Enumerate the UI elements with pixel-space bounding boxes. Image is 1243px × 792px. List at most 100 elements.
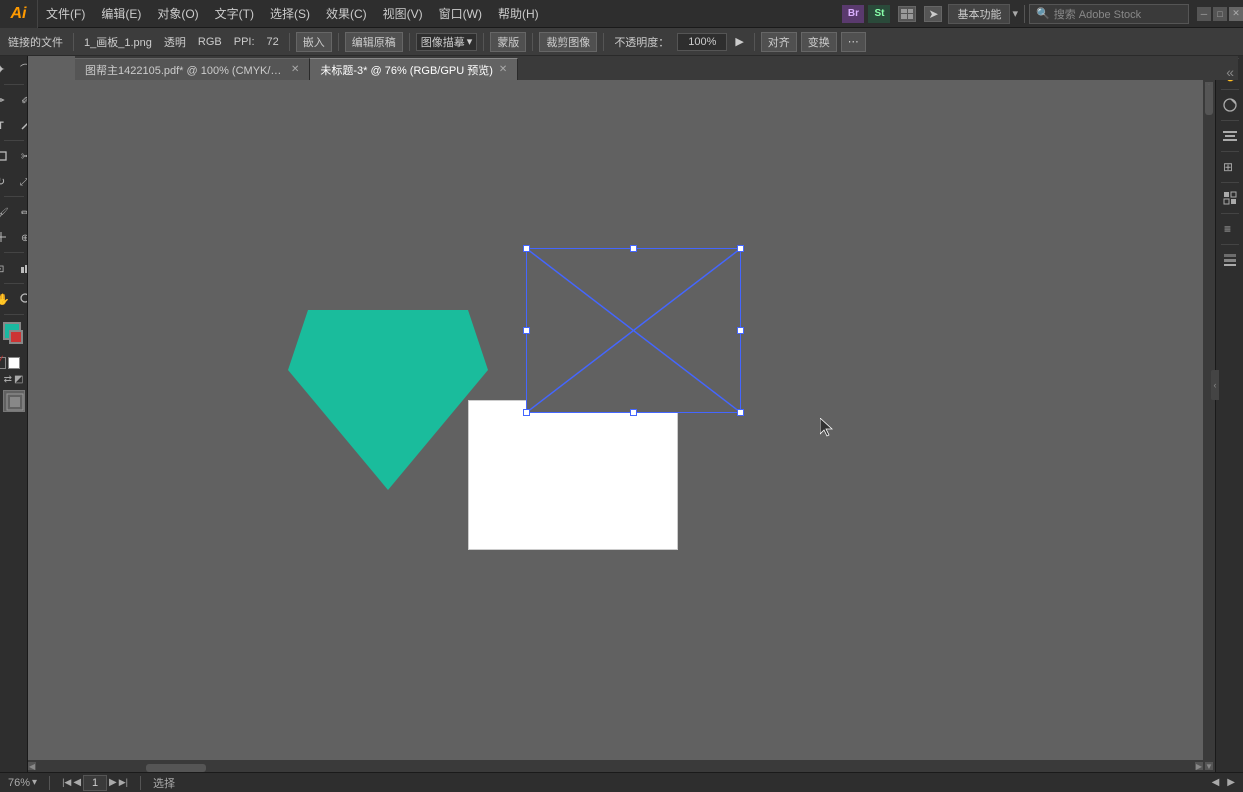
last-page-icon[interactable]: ▶| <box>119 777 128 788</box>
pen-tool[interactable]: ✒ <box>0 88 13 112</box>
prev-page-icon[interactable]: ◀ <box>73 777 81 788</box>
handle-tl[interactable] <box>523 245 530 252</box>
close-button[interactable]: ✕ <box>1229 7 1243 21</box>
svg-text:⊡: ⊡ <box>0 264 4 275</box>
template-button[interactable]: 蒙版 <box>490 32 526 52</box>
edit-original-button[interactable]: 编辑原稿 <box>345 32 403 52</box>
embed-button[interactable]: 嵌入 <box>296 32 332 52</box>
bridge-icon[interactable]: Br <box>842 5 864 23</box>
lasso-tool[interactable]: ⌒ <box>14 57 28 81</box>
anchor-tool[interactable]: ✐ <box>14 88 28 112</box>
blend-tool-btn[interactable]: ⊕ <box>14 225 28 249</box>
type-tool[interactable]: T <box>0 113 13 137</box>
tool-info-label: 选择 <box>153 775 175 791</box>
zoom-tool-btn[interactable] <box>14 287 28 311</box>
scrollbar-bottom-thumb[interactable] <box>146 764 206 772</box>
handle-bm[interactable] <box>630 409 637 416</box>
pencil-tool[interactable]: ✏ <box>14 200 28 224</box>
menu-view[interactable]: 视图(V) <box>375 0 431 28</box>
stroke-color-swatch[interactable] <box>9 330 23 344</box>
workspace-selector[interactable]: 基本功能 <box>948 4 1010 24</box>
sep-t1 <box>73 33 74 51</box>
sep-t4 <box>409 33 410 51</box>
tab-1-close[interactable]: ✕ <box>499 64 507 75</box>
menu-effect[interactable]: 效果(C) <box>318 0 375 28</box>
magic-wand-tool[interactable]: ✦ <box>0 57 13 81</box>
rect-tool[interactable] <box>0 144 13 168</box>
appearance-panel-icon[interactable] <box>1219 94 1241 116</box>
scrollbar-bottom[interactable]: ◀ ▶ <box>28 760 1203 772</box>
image-trace-icon[interactable] <box>1219 187 1241 209</box>
opacity-more[interactable]: ▶ <box>731 35 747 48</box>
gradient-swatch-icon[interactable] <box>22 357 29 369</box>
svg-text:⌒: ⌒ <box>20 63 28 76</box>
right-panel-collapse[interactable]: ‹ <box>1211 370 1219 400</box>
default-colors-icon[interactable]: ◩ <box>14 374 23 385</box>
image-placeholder[interactable] <box>526 248 741 413</box>
menu-file[interactable]: 文件(F) <box>38 0 93 28</box>
shape-tools-group: ✂ <box>0 144 28 168</box>
zoom-down-arrow[interactable]: ▾ <box>32 777 37 788</box>
none-color-icon[interactable]: ╱ <box>0 357 6 369</box>
symbol-tool-btn[interactable]: ⊡ <box>0 256 13 280</box>
menu-text[interactable]: 文字(T) <box>207 0 262 28</box>
swap-colors-icon[interactable]: ⇄ <box>4 374 12 385</box>
menu-edit[interactable]: 编辑(E) <box>93 0 149 28</box>
stock-icon[interactable]: St <box>868 5 890 23</box>
hand-tool-btn[interactable]: ✋ <box>0 287 13 311</box>
maximize-button[interactable]: □ <box>1213 7 1227 21</box>
sep-t7 <box>603 33 604 51</box>
column-chart-tool[interactable] <box>14 256 28 280</box>
crop-button[interactable]: 裁剪图像 <box>539 32 597 52</box>
scissors-tool[interactable]: ✂ <box>14 144 28 168</box>
sep-lt5 <box>4 283 24 284</box>
white-swatch-icon[interactable] <box>8 357 20 369</box>
properties-icon[interactable]: ≡ <box>1219 218 1241 240</box>
tab-1[interactable]: 未标题-3* @ 76% (RGB/GPU 预览) ✕ <box>310 58 518 80</box>
page-input[interactable] <box>83 775 107 791</box>
transform-panel-icon[interactable]: ⊞ <box>1219 156 1241 178</box>
image-trace-dropdown-icon: ▾ <box>467 35 473 48</box>
page-nav: |◀ ◀ ▶ ▶| <box>62 775 128 791</box>
paintbrush-tool[interactable]: 🖌 <box>0 200 13 224</box>
scrollbar-right-thumb[interactable] <box>1205 85 1213 115</box>
tab-0-close[interactable]: ✕ <box>291 64 299 75</box>
artboard-icon-btn[interactable] <box>3 390 25 412</box>
teal-shape[interactable] <box>288 310 488 490</box>
image-trace-dropdown[interactable]: 图像描摹 ▾ <box>416 33 478 51</box>
handle-ml[interactable] <box>523 327 530 334</box>
layers-icon[interactable] <box>1219 249 1241 271</box>
more-options-button[interactable]: ⋯ <box>841 32 866 52</box>
white-rect[interactable] <box>468 400 678 550</box>
transform-button[interactable]: 变换 <box>801 32 837 52</box>
menu-object[interactable]: 对象(O) <box>149 0 206 28</box>
handle-tr[interactable] <box>737 245 744 252</box>
align-panel-icon[interactable] <box>1219 125 1241 147</box>
minimize-button[interactable]: ─ <box>1197 7 1211 21</box>
line-tool[interactable] <box>14 113 28 137</box>
opacity-input[interactable] <box>677 33 727 51</box>
next-page-icon[interactable]: ▶ <box>109 777 117 788</box>
scroll-left-arrow[interactable]: ◀ <box>28 762 36 770</box>
rotate-tool[interactable]: ↻ <box>0 169 13 193</box>
handle-tm[interactable] <box>630 245 637 252</box>
handle-bl[interactable] <box>523 409 530 416</box>
stock-search-bar[interactable]: 🔍 搜索 Adobe Stock <box>1029 4 1189 24</box>
align-button[interactable]: 对齐 <box>761 32 797 52</box>
panel-collapse-icon[interactable]: « <box>1222 64 1238 80</box>
scroll-right-arrow[interactable]: ▶ <box>1195 762 1203 770</box>
menu-window[interactable]: 窗口(W) <box>431 0 490 28</box>
tab-0[interactable]: 图帮主1422105.pdf* @ 100% (CMYK/GPU 预览) ✕ <box>75 58 310 80</box>
scroll-down-arrow[interactable]: ▼ <box>1205 762 1213 770</box>
menu-help[interactable]: 帮助(H) <box>490 0 547 28</box>
top-menu-bar: Ai 文件(F) 编辑(E) 对象(O) 文字(T) 选择(S) 效果(C) 视… <box>0 0 1243 28</box>
mesh-tool-btn[interactable] <box>0 225 13 249</box>
handle-mr[interactable] <box>737 327 744 334</box>
scrollbar-right[interactable]: ▲ ▼ <box>1203 80 1215 772</box>
status-right-arrow[interactable]: ▶ <box>1227 777 1235 788</box>
first-page-icon[interactable]: |◀ <box>62 777 71 788</box>
status-left-arrow[interactable]: ◀ <box>1212 777 1220 788</box>
handle-br[interactable] <box>737 409 744 416</box>
scale-tool-btn[interactable]: ⤢ <box>14 169 28 193</box>
menu-select[interactable]: 选择(S) <box>262 0 318 28</box>
